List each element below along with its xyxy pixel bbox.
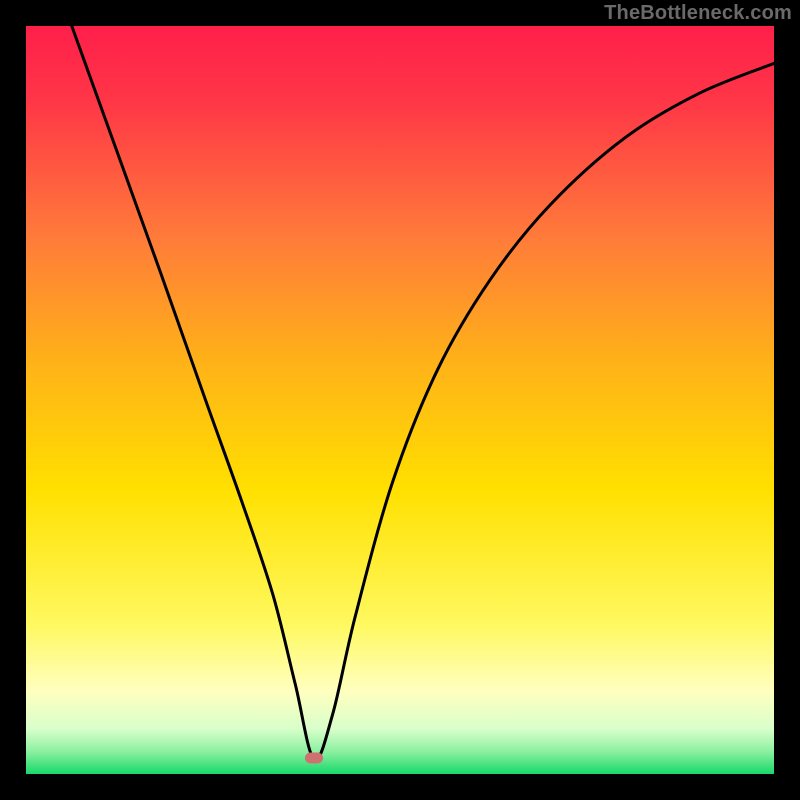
outer-frame: TheBottleneck.com [0, 0, 800, 800]
bottleneck-curve [26, 26, 774, 774]
plot-area [26, 26, 774, 774]
watermark-text: TheBottleneck.com [604, 2, 792, 25]
optimum-marker [305, 753, 323, 764]
